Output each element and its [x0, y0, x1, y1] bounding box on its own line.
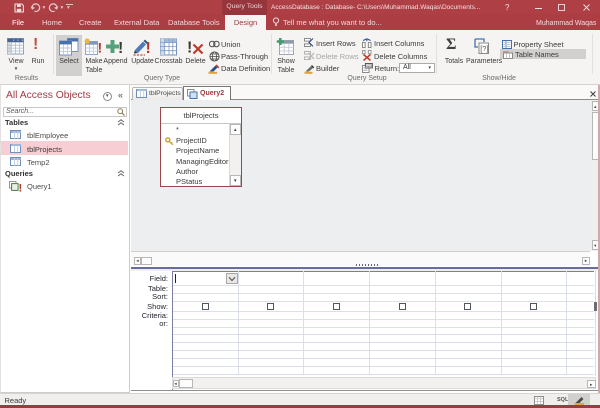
svg-text:!: ! — [146, 40, 151, 56]
svg-text:!: ! — [187, 39, 192, 56]
svg-text:!: ! — [19, 182, 23, 192]
svg-text:!: ! — [118, 40, 123, 56]
svg-text:[?]: [?] — [480, 44, 488, 53]
svg-text:!: ! — [98, 39, 103, 55]
